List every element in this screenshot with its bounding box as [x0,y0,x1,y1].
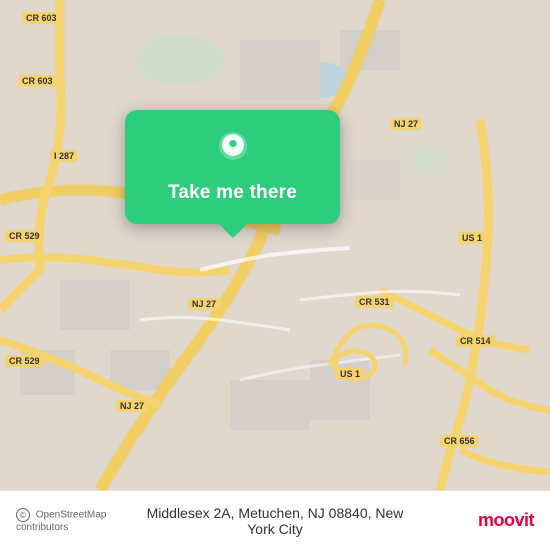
bottom-bar: © OpenStreetMap contributors Middlesex 2… [0,490,550,550]
take-me-there-button[interactable]: Take me there [168,182,297,204]
road-label-us1-right: US 1 [458,232,486,244]
road-label-cr656: CR 656 [440,435,479,447]
moovit-logo: moovit [405,510,535,531]
road-network [0,0,550,490]
road-label-cr529-bottom: CR 529 [5,355,44,367]
road-label-nj27-top: NJ 27 [390,118,422,130]
location-pin-icon [211,128,255,172]
road-label-cr514: CR 514 [456,335,495,347]
copyright-notice: © OpenStreetMap contributors [16,508,146,533]
copyright-icon: © [16,508,30,522]
road-label-cr529-left: CR 529 [5,230,44,242]
map-container: CR 603 CR 603 I 287 CR 529 CR 529 NJ 27 … [0,0,550,490]
road-label-cr603-mid: CR 603 [18,75,57,87]
popup-card: Take me there [125,110,340,224]
road-label-i287: I 287 [50,150,78,162]
road-label-cr531: CR 531 [355,296,394,308]
address-label: Middlesex 2A, Metuchen, NJ 08840, New Yo… [146,505,405,537]
road-label-nj27-mid: NJ 27 [188,298,220,310]
moovit-logo-text: moovit [478,510,534,530]
road-label-nj27-bottom: NJ 27 [116,400,148,412]
road-label-us1-bottom: US 1 [336,368,364,380]
road-label-cr603-top: CR 603 [22,12,61,24]
